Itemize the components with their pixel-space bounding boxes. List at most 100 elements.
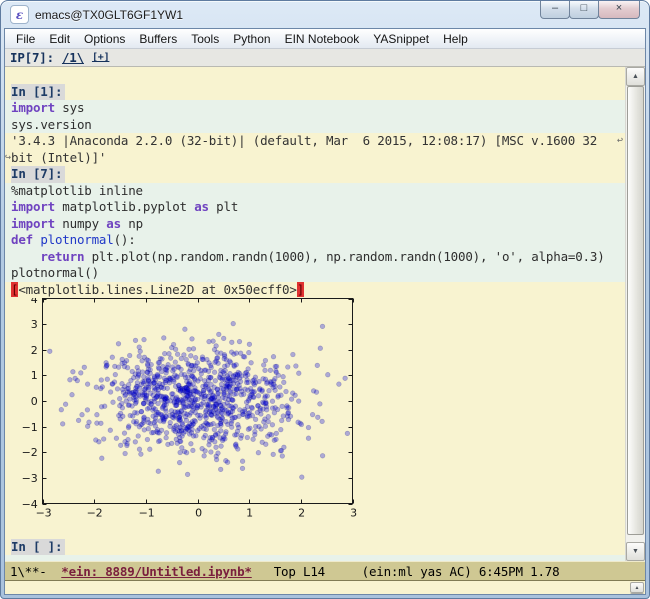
minibuffer-scroll-up-button[interactable]: ▲ <box>630 582 644 593</box>
title-bar[interactable]: ε emacs@TX0GLT6GF1YW1 – □ × <box>1 1 649 28</box>
maximize-icon: □ <box>580 2 588 14</box>
axis-tick-label: −1 <box>22 421 38 434</box>
matplotlib-figure: −3 −2 −1 0 1 2 3 −4 −3 −2 −1 0 1 2 3 4 <box>11 298 625 522</box>
code-line: sys.version <box>11 116 92 132</box>
cell-output-area: [<matplotlib.lines.Line2D at 0x50ecff0>] <box>11 281 625 299</box>
cell-prompt-label: In [7]: <box>11 166 66 183</box>
window-controls: – □ × <box>540 1 640 19</box>
keyword-token: return <box>40 248 85 264</box>
keyword-token: as <box>106 215 121 231</box>
function-name-token: plotnormal <box>40 232 114 247</box>
code-line: import matplotlib.pyplot as plt <box>11 199 239 214</box>
axis-tick-label: 1 <box>31 369 38 382</box>
cell-prompt: In [7]: <box>11 166 625 183</box>
output-line: bit (Intel)]' ↪ <box>5 149 107 165</box>
mode-line: 1\**- *ein: 8889/Untitled.ipynb* Top L14… <box>5 561 645 581</box>
maximize-button[interactable]: □ <box>569 1 599 19</box>
scrollbar-up-button[interactable]: ▲ <box>626 67 645 86</box>
scrollbar-down-icon: ▼ <box>632 548 639 555</box>
minimize-icon: – <box>551 2 559 14</box>
cell-input-area[interactable] <box>5 555 625 561</box>
menu-item-help[interactable]: Help <box>436 30 475 48</box>
minibuffer-up-icon: ▲ <box>634 584 640 591</box>
axis-tick-label: −3 <box>22 472 38 485</box>
emacs-window: ε emacs@TX0GLT6GF1YW1 – □ × File Edit Opti… <box>0 0 650 599</box>
scrollbar-thumb[interactable] <box>627 86 644 535</box>
highlighted-open-bracket: [ <box>11 281 19 297</box>
kernel-prompt: IP[7]: <box>10 50 54 65</box>
menu-item-buffers[interactable]: Buffers <box>132 30 184 48</box>
modeline-text: Top L14 (ein:ml yas AC) 6:45PM 1.78 <box>251 563 560 579</box>
notebook-header-line: IP[7]: /1\ [+] <box>5 49 645 67</box>
cell-output-area: '3.4.3 |Anaconda 2.2.0 (32-bit)| (defaul… <box>5 133 625 166</box>
axis-tick-label: −2 <box>87 507 103 520</box>
line-wrap-right-icon: ↩ <box>616 135 623 146</box>
vertical-scrollbar[interactable]: ▲ ▼ <box>625 67 645 561</box>
client-area: File Edit Options Buffers Tools Python EIN Not… <box>4 28 646 595</box>
menu-item-python[interactable]: Python <box>226 30 277 48</box>
scatter-plot-image: −3 −2 −1 0 1 2 3−4−3−2−101234 <box>22 298 357 520</box>
menu-item-edit[interactable]: Edit <box>42 30 77 48</box>
highlighted-close-bracket: ] <box>296 281 305 297</box>
code-line: def plotnormal(): <box>11 232 136 247</box>
menu-item-options[interactable]: Options <box>77 30 132 48</box>
notebook-buffer[interactable]: In [1]: import sys sys.version '3.4.3 |Anac… <box>5 67 625 561</box>
axis-tick-label: 1 <box>246 507 253 520</box>
echo-area: ▲ ▼ <box>5 581 645 594</box>
buffer-row: In [1]: import sys sys.version '3.4.3 |Anac… <box>5 67 645 561</box>
output-line: '3.4.3 |Anaconda 2.2.0 (32-bit)| (defaul… <box>11 133 623 148</box>
axis-tick-label: 0 <box>195 507 202 520</box>
keyword-token: as <box>194 199 209 214</box>
axis-tick-label: 0 <box>31 395 38 408</box>
axis-tick-label: 4 <box>31 298 38 306</box>
keyword-token: def <box>11 232 33 247</box>
axis-tick-label: −1 <box>139 507 155 520</box>
menu-item-file[interactable]: File <box>9 30 42 48</box>
cell-prompt: In [ ]: <box>11 538 625 555</box>
cell-prompt-label: In [ ]: <box>11 538 66 555</box>
keyword-token: import <box>11 215 55 231</box>
code-line: import numpy as np <box>11 215 143 231</box>
emacs-app-icon: ε <box>10 5 29 24</box>
code-line: plotnormal() <box>11 265 99 280</box>
modeline-text: 1\**- <box>10 563 62 579</box>
line-wrap-left-icon: ↪ <box>5 151 12 163</box>
minimize-button[interactable]: – <box>540 1 570 19</box>
axis-tick-label: −2 <box>22 446 38 459</box>
axis-tick-label: −3 <box>36 507 52 520</box>
notebook-tab[interactable]: /1\ <box>62 50 84 65</box>
scatter-points <box>47 320 351 480</box>
screenshot-stage: ε emacs@TX0GLT6GF1YW1 – □ × File Edit Opti… <box>0 0 650 599</box>
axis-tick-label: 3 <box>350 507 357 520</box>
menu-item-tools[interactable]: Tools <box>184 30 226 48</box>
code-line: import sys <box>11 100 85 115</box>
cell-input-area[interactable]: import sys sys.version <box>5 100 625 133</box>
keyword-token: import <box>11 100 55 115</box>
axis-tick-label: 2 <box>298 507 305 520</box>
cell-prompt-label: In [1]: <box>11 83 66 100</box>
cell-prompt: In [1]: <box>11 83 625 100</box>
axis-tick-label: −4 <box>22 498 38 511</box>
scrollbar-down-button[interactable]: ▼ <box>626 542 645 561</box>
scrollbar-up-icon: ▲ <box>632 73 639 80</box>
new-notebook-tab-button[interactable]: [+] <box>92 52 110 63</box>
axis-tick-label: 2 <box>31 344 38 357</box>
menu-item-yasnippet[interactable]: YASnippet <box>366 30 436 48</box>
close-icon: × <box>615 2 623 14</box>
minibuffer-scrollbar[interactable]: ▲ ▼ <box>630 582 644 594</box>
menu-bar: File Edit Options Buffers Tools Python EIN Not… <box>5 29 645 49</box>
keyword-token: import <box>11 199 55 214</box>
minibuffer-scroll-down-button[interactable]: ▼ <box>630 593 644 594</box>
scrollbar-track[interactable] <box>626 86 645 542</box>
menu-item-ein-notebook[interactable]: EIN Notebook <box>278 30 367 48</box>
close-button[interactable]: × <box>598 1 640 19</box>
output-line: [<matplotlib.lines.Line2D at 0x50ecff0>] <box>11 281 305 297</box>
modeline-buffer-name: *ein: 8889/Untitled.ipynb* <box>61 563 252 579</box>
code-line: %matplotlib inline <box>11 182 143 198</box>
axis-tick-label: 3 <box>31 318 38 331</box>
cell-input-area[interactable]: %matplotlib inline import matplotlib.pypl… <box>5 182 625 282</box>
window-title: emacs@TX0GLT6GF1YW1 <box>35 7 183 22</box>
